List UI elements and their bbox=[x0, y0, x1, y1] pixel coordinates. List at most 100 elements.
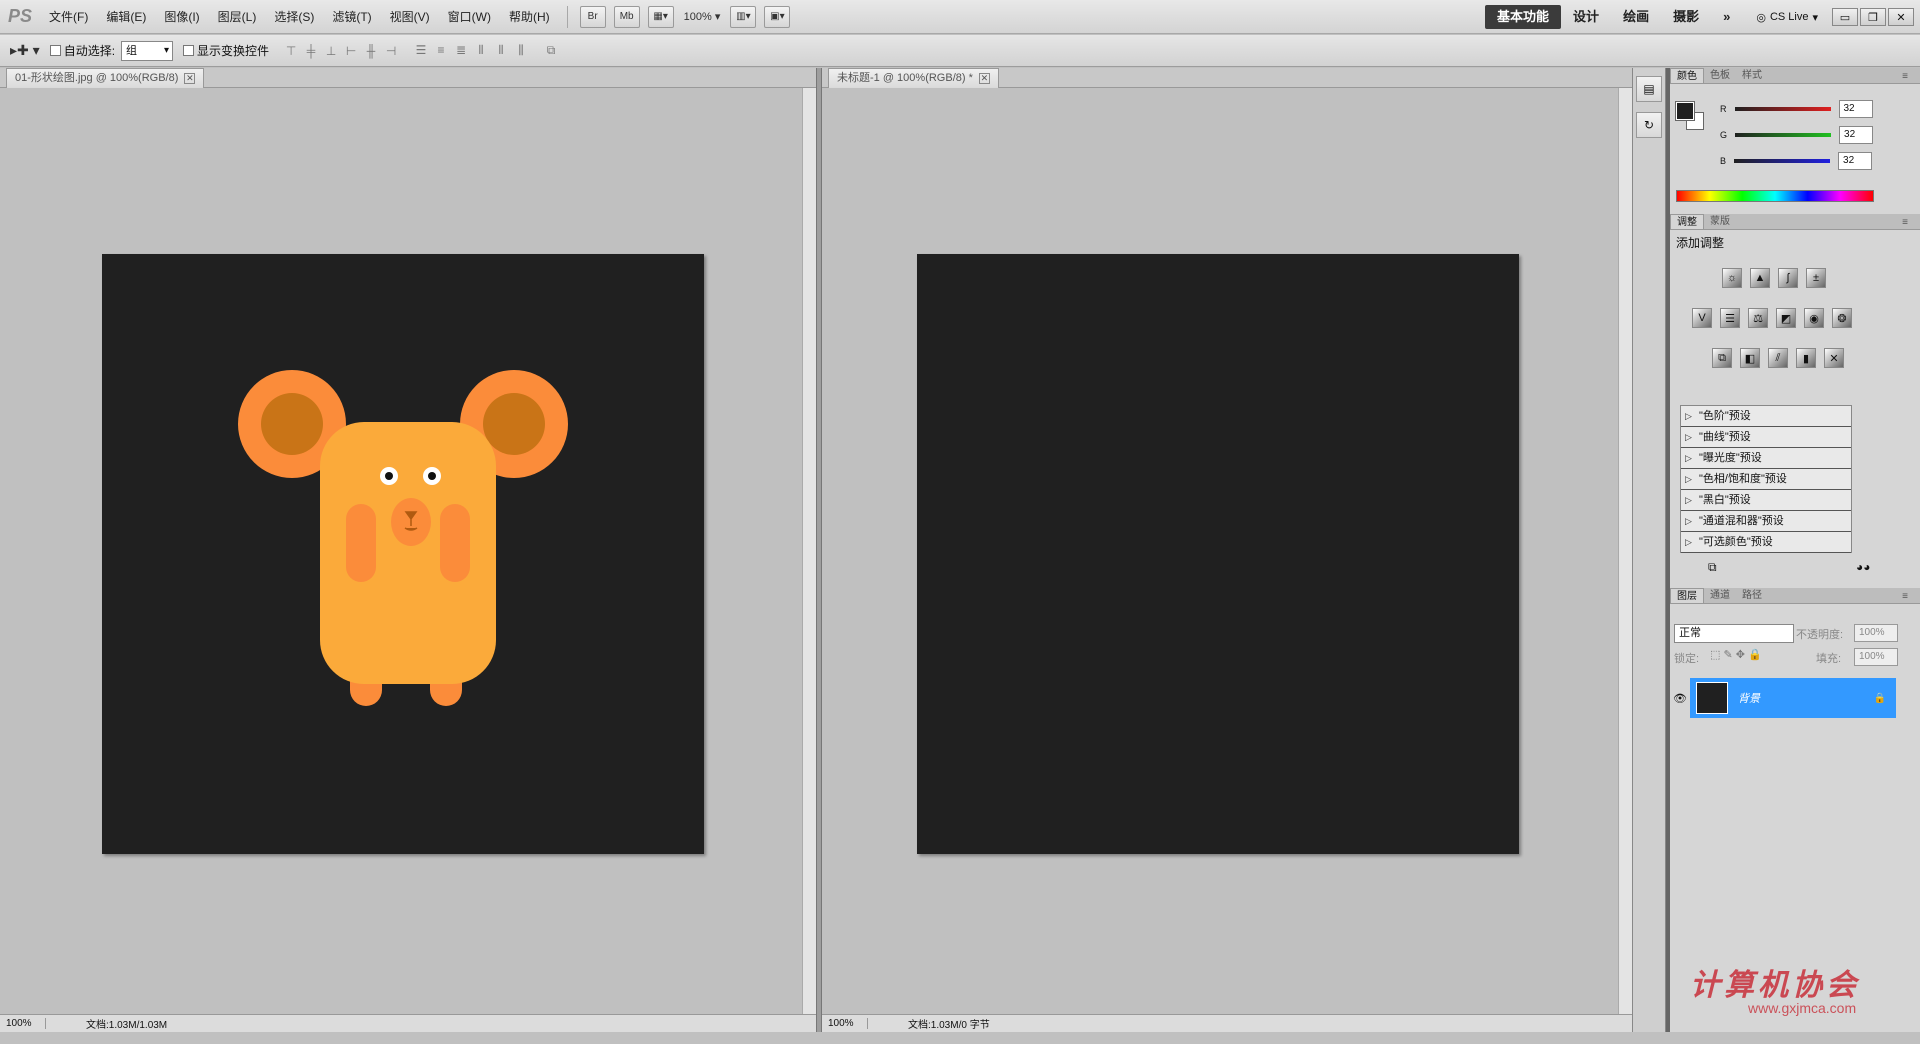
channel-mixer-icon[interactable]: ❂ bbox=[1832, 308, 1852, 328]
preset-hue-saturation[interactable]: "色相/饱和度"预设 bbox=[1681, 469, 1851, 490]
screen-mode-button[interactable]: ▣▾ bbox=[764, 5, 791, 28]
brightness-icon[interactable]: ☼ bbox=[1722, 268, 1742, 288]
tab-masks[interactable]: 蒙版 bbox=[1704, 214, 1736, 229]
menu-layer[interactable]: 图层(L) bbox=[209, 0, 266, 34]
vertical-scrollbar[interactable] bbox=[802, 88, 816, 1014]
menu-view[interactable]: 视图(V) bbox=[381, 0, 439, 34]
align-left-icon[interactable]: ⊢ bbox=[343, 44, 359, 58]
mini-bridge-button[interactable]: Mb bbox=[613, 5, 640, 28]
red-value-input[interactable]: 32 bbox=[1838, 100, 1873, 118]
restore-icon[interactable]: ❐ bbox=[1860, 8, 1886, 26]
workspace-essentials[interactable]: 基本功能 bbox=[1485, 5, 1562, 29]
zoom-field[interactable]: 100% bbox=[822, 1018, 868, 1029]
preset-curves[interactable]: "曲线"预设 bbox=[1681, 427, 1851, 448]
distribute-left-icon[interactable]: ⫴ bbox=[473, 43, 489, 58]
visibility-eye-icon[interactable]: 👁 bbox=[1670, 678, 1690, 718]
green-slider[interactable] bbox=[1735, 133, 1832, 137]
preset-exposure[interactable]: "曝光度"预设 bbox=[1681, 448, 1851, 469]
align-vcenter-icon[interactable]: ╪ bbox=[303, 44, 319, 58]
document-info[interactable]: 文档:1.03M/0 字节 bbox=[868, 1016, 990, 1031]
tab-color[interactable]: 颜色 bbox=[1670, 68, 1704, 83]
panel-menu-icon[interactable]: ≡ bbox=[1896, 69, 1914, 84]
red-slider[interactable] bbox=[1734, 107, 1831, 111]
vertical-scrollbar[interactable] bbox=[1618, 88, 1632, 1014]
layer-row-background[interactable]: 👁 背景 🔒 bbox=[1670, 678, 1896, 718]
checkbox-box[interactable] bbox=[183, 45, 195, 56]
workspace-painting[interactable]: 绘画 bbox=[1611, 5, 1661, 29]
zoom-field[interactable]: 100% bbox=[0, 1018, 46, 1029]
opacity-input[interactable]: 100% bbox=[1854, 624, 1898, 642]
workspace-photography[interactable]: 摄影 bbox=[1661, 5, 1711, 29]
preset-selective-color[interactable]: "可选颜色"预设 bbox=[1681, 532, 1851, 553]
levels-icon[interactable]: ▲ bbox=[1750, 268, 1770, 288]
align-hcenter-icon[interactable]: ╫ bbox=[363, 44, 379, 58]
canvas-empty[interactable] bbox=[917, 254, 1519, 854]
posterize-icon[interactable]: ◧ bbox=[1740, 348, 1760, 368]
minimize-icon[interactable]: ▭ bbox=[1832, 8, 1858, 26]
bridge-button[interactable]: Br bbox=[579, 5, 606, 28]
menu-image[interactable]: 图像(I) bbox=[155, 0, 208, 34]
menu-window[interactable]: 窗口(W) bbox=[439, 0, 500, 34]
distribute-hcenter-icon[interactable]: ⦀ bbox=[493, 43, 509, 58]
zoom-level-dropdown[interactable]: 100% ▾ bbox=[684, 10, 721, 23]
auto-align-icon[interactable]: ⧉ bbox=[543, 43, 559, 58]
checkbox-box[interactable] bbox=[49, 45, 61, 56]
tab-channels[interactable]: 通道 bbox=[1704, 588, 1736, 603]
blue-slider[interactable] bbox=[1734, 159, 1831, 163]
exposure-icon[interactable]: ± bbox=[1806, 268, 1826, 288]
tab-paths[interactable]: 路径 bbox=[1736, 588, 1768, 603]
histogram-icon[interactable]: ▤ bbox=[1636, 76, 1662, 102]
history-icon[interactable]: ↻ bbox=[1636, 112, 1662, 138]
green-value-input[interactable]: 32 bbox=[1839, 126, 1874, 144]
distribute-bottom-icon[interactable]: ≣ bbox=[453, 43, 469, 58]
auto-select-checkbox[interactable]: 自动选择: bbox=[49, 42, 115, 59]
align-right-icon[interactable]: ⊣ bbox=[383, 44, 399, 58]
gradient-map-icon[interactable]: ▮ bbox=[1796, 348, 1816, 368]
workspace-design[interactable]: 设计 bbox=[1561, 5, 1611, 29]
document-tab-2[interactable]: 未标题-1 @ 100%(RGB/8) * ✕ bbox=[828, 68, 999, 88]
blend-mode-dropdown[interactable]: 正常 bbox=[1674, 624, 1794, 643]
close-tab-icon[interactable]: ✕ bbox=[184, 73, 196, 84]
workspace-more[interactable]: » bbox=[1711, 5, 1742, 29]
panel-menu-icon[interactable]: ≡ bbox=[1896, 589, 1914, 604]
invert-icon[interactable]: ⧉ bbox=[1712, 348, 1732, 368]
close-tab-icon[interactable]: ✕ bbox=[978, 73, 990, 84]
menu-edit[interactable]: 编辑(E) bbox=[97, 0, 155, 34]
lock-icons[interactable]: ⬚ ✎ ✥ 🔒 bbox=[1710, 648, 1762, 661]
panel-foreground-swatch[interactable] bbox=[1675, 101, 1695, 121]
move-tool-preset-icon[interactable]: ▸✚ ▾ bbox=[10, 42, 40, 59]
preset-black-white[interactable]: "黑白"预设 bbox=[1681, 490, 1851, 511]
distribute-vcenter-icon[interactable]: ≡ bbox=[433, 43, 449, 58]
color-balance-icon[interactable]: ⚖ bbox=[1748, 308, 1768, 328]
hue-saturation-icon[interactable]: ☰ bbox=[1720, 308, 1740, 328]
menu-help[interactable]: 帮助(H) bbox=[500, 0, 559, 34]
tab-styles[interactable]: 样式 bbox=[1736, 68, 1768, 83]
align-bottom-icon[interactable]: ⊥ bbox=[323, 44, 339, 58]
align-top-icon[interactable]: ⊤ bbox=[283, 44, 299, 58]
show-transform-checkbox[interactable]: 显示变换控件 bbox=[183, 42, 269, 59]
auto-select-dropdown[interactable]: 组 bbox=[121, 40, 174, 61]
canvas-image-mouse[interactable] bbox=[102, 254, 704, 854]
color-spectrum-bar[interactable] bbox=[1676, 190, 1874, 202]
clip-to-layer-icon[interactable]: ⧉ bbox=[1708, 560, 1717, 575]
cs-live-button[interactable]: ◎ CS Live ▾ bbox=[1756, 11, 1818, 24]
return-to-list-icon[interactable]: ◕◕ bbox=[1856, 560, 1871, 574]
tab-adjustments[interactable]: 调整 bbox=[1670, 214, 1704, 229]
tab-swatches[interactable]: 色板 bbox=[1704, 68, 1736, 83]
vibrance-icon[interactable]: V bbox=[1692, 308, 1712, 328]
document-info[interactable]: 文档:1.03M/1.03M bbox=[46, 1016, 167, 1031]
menu-select[interactable]: 选择(S) bbox=[265, 0, 323, 34]
panel-menu-icon[interactable]: ≡ bbox=[1896, 215, 1914, 230]
preset-levels[interactable]: "色阶"预设 bbox=[1681, 406, 1851, 427]
preset-channel-mixer[interactable]: "通道混和器"预设 bbox=[1681, 511, 1851, 532]
selective-color-icon[interactable]: ✕ bbox=[1824, 348, 1844, 368]
document-tab-1[interactable]: 01-形状绘图.jpg @ 100%(RGB/8) ✕ bbox=[6, 68, 205, 88]
threshold-icon[interactable]: ⫽ bbox=[1768, 348, 1788, 368]
distribute-right-icon[interactable]: ⫼ bbox=[513, 43, 529, 58]
arrange-documents-button[interactable]: ▥▾ bbox=[730, 5, 757, 28]
blue-value-input[interactable]: 32 bbox=[1838, 152, 1873, 170]
curves-icon[interactable]: ∫ bbox=[1778, 268, 1798, 288]
close-icon[interactable]: ✕ bbox=[1888, 8, 1914, 26]
menu-filter[interactable]: 滤镜(T) bbox=[323, 0, 380, 34]
tab-layers[interactable]: 图层 bbox=[1670, 588, 1704, 603]
